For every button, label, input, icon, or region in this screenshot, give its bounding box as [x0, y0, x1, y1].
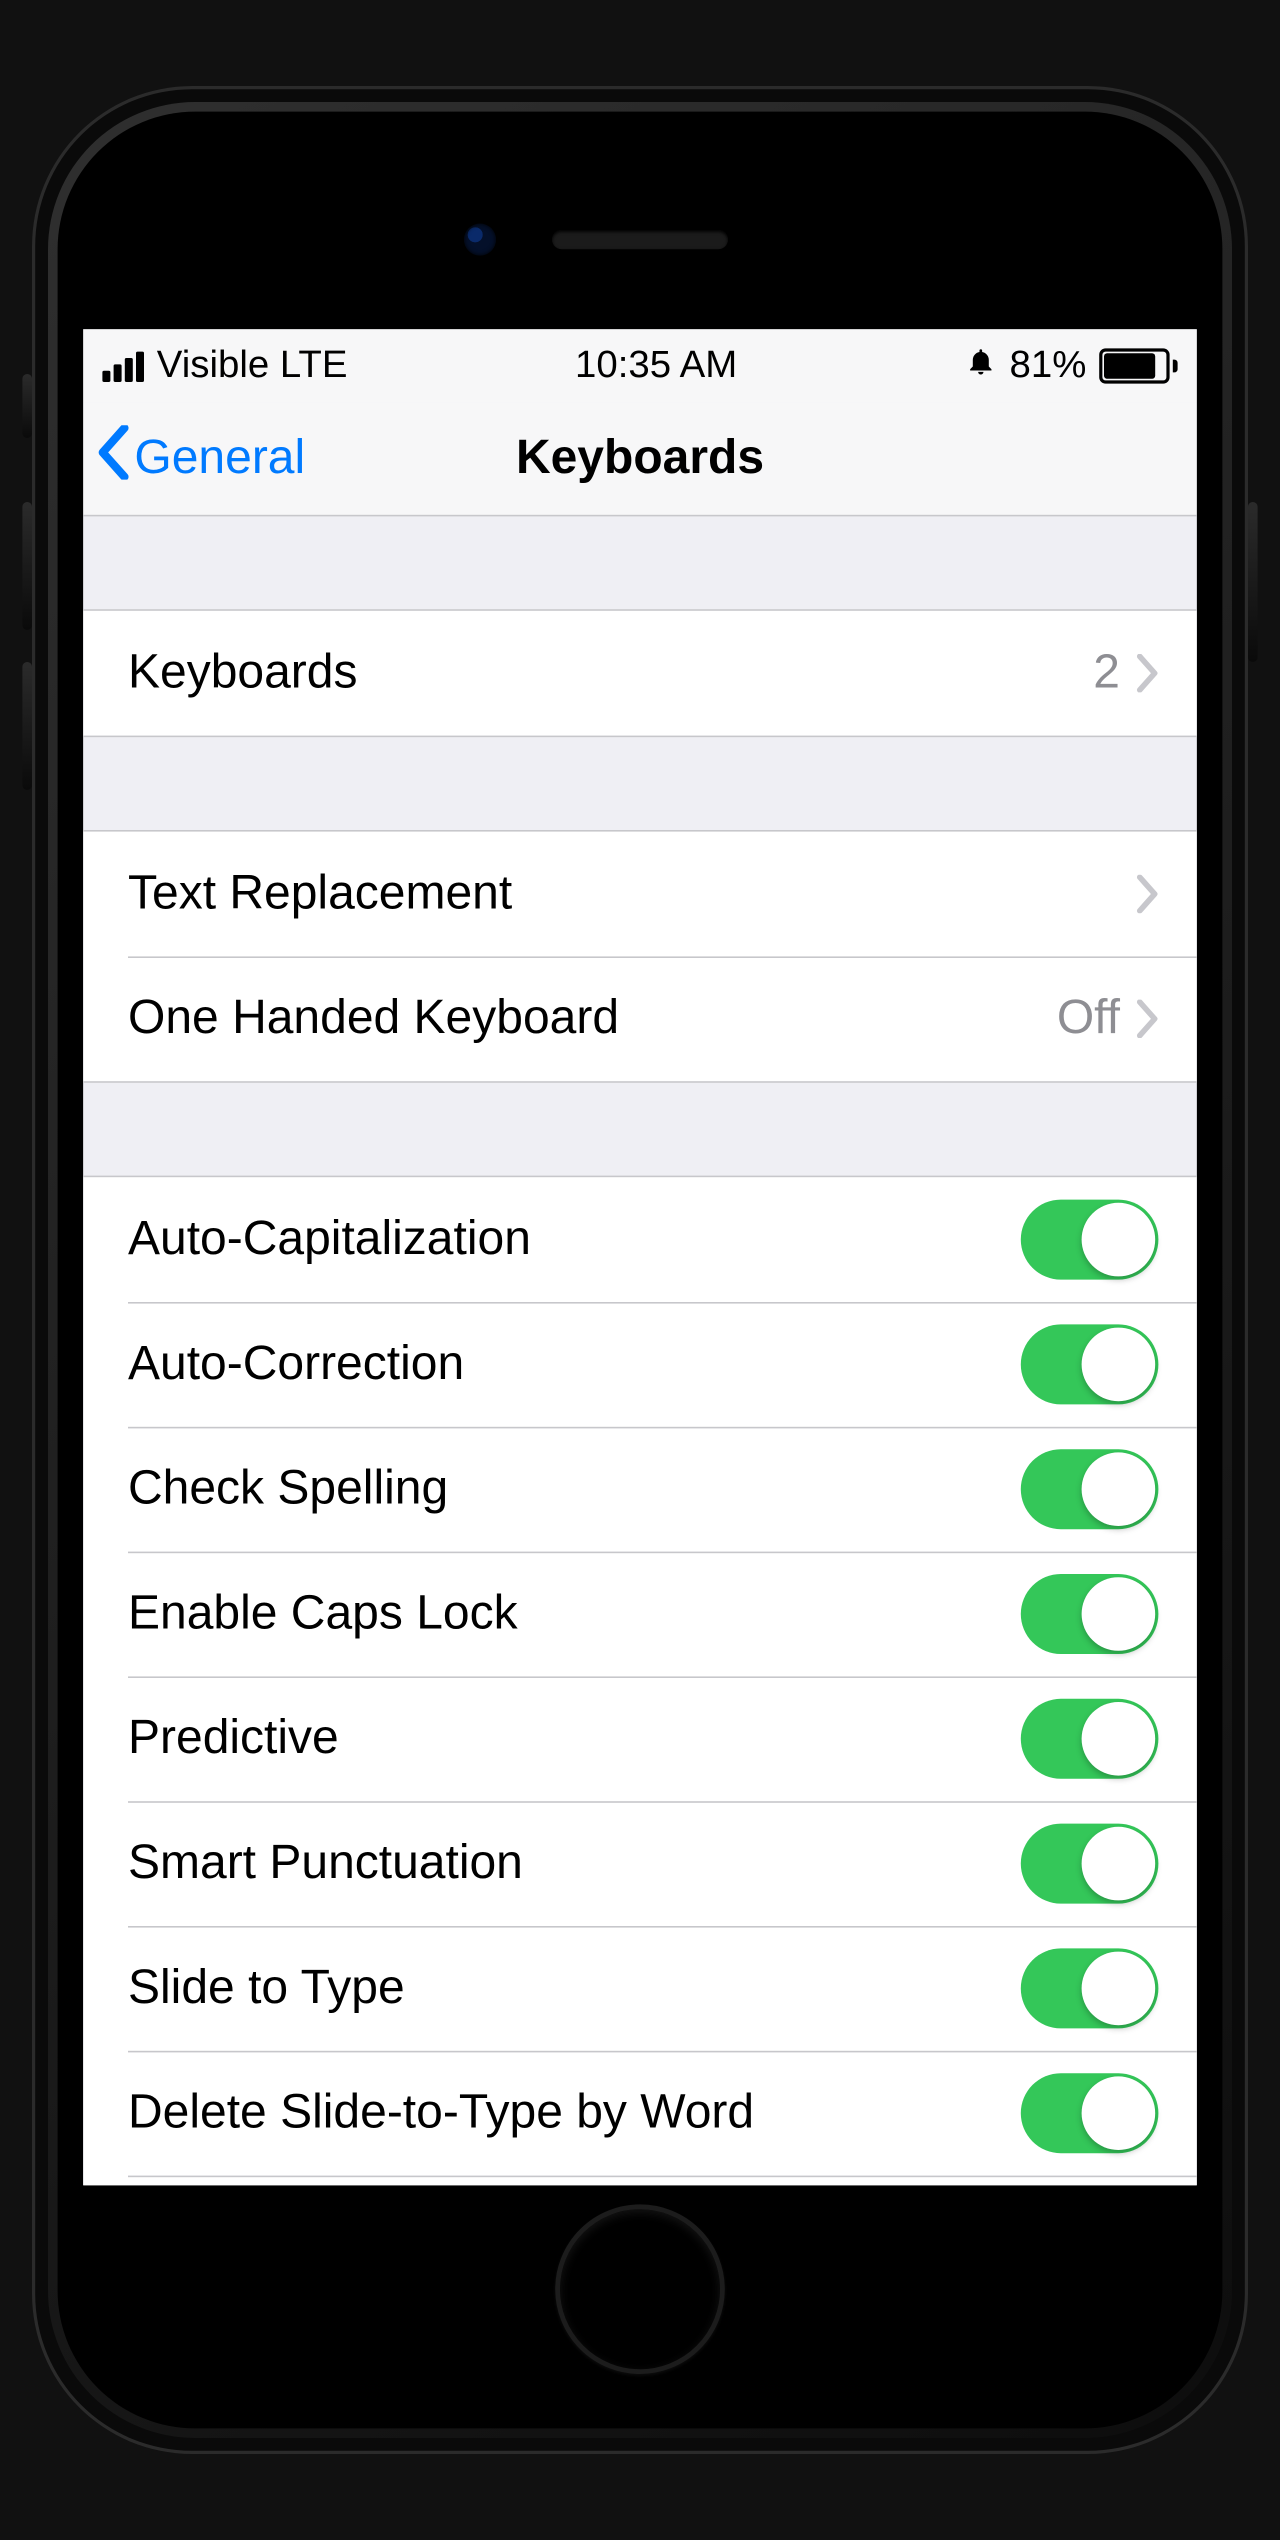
switch-auto-capitalization[interactable] — [1021, 1200, 1159, 1280]
row-text-replacement[interactable]: Text Replacement — [83, 832, 1197, 957]
row-value: 2 — [1093, 646, 1120, 700]
row-character-preview[interactable]: Character Preview — [83, 2176, 1197, 2186]
mute-switch — [22, 374, 32, 438]
row-label: Delete Slide-to-Type by Word — [128, 2086, 1021, 2140]
row-one-handed-keyboard[interactable]: One Handed KeyboardOff — [83, 956, 1197, 1081]
row-value: Off — [1057, 992, 1120, 1046]
chevron-left-icon — [96, 425, 131, 492]
row-label: Check Spelling — [128, 1462, 1021, 1516]
switch-predictive[interactable] — [1021, 1699, 1159, 1779]
row-slide-to-type[interactable]: Slide to Type — [83, 1926, 1197, 2051]
switch-slide-to-type[interactable] — [1021, 1948, 1159, 2028]
switch-check-spelling[interactable] — [1021, 1449, 1159, 1529]
row-label: Keyboards — [128, 646, 1093, 700]
row-label: Enable Caps Lock — [128, 1587, 1021, 1641]
switch-enable-caps-lock[interactable] — [1021, 1574, 1159, 1654]
status-bar: Visible LTE 10:35 AM 81% — [83, 329, 1197, 403]
chevron-right-icon — [1136, 1000, 1158, 1038]
switch-delete-slide-to-type-by-word[interactable] — [1021, 2073, 1159, 2153]
screen: Visible LTE 10:35 AM 81% — [83, 329, 1197, 2185]
home-button-area — [83, 2185, 1197, 2393]
row-label: Text Replacement — [128, 867, 1136, 921]
row-label: One Handed Keyboard — [128, 992, 1057, 1046]
switch-auto-correction[interactable] — [1021, 1324, 1159, 1404]
row-label: Predictive — [128, 1712, 1021, 1766]
row-label: Smart Punctuation — [128, 1836, 1021, 1890]
alarm-icon — [965, 344, 997, 389]
row-keyboards[interactable]: Keyboards2 — [83, 611, 1197, 736]
volume-down-button — [22, 662, 32, 790]
volume-up-button — [22, 502, 32, 630]
page-title: Keyboards — [516, 432, 764, 486]
back-label: General — [134, 432, 305, 486]
chevron-right-icon — [1136, 875, 1158, 913]
power-button — [1248, 502, 1258, 662]
row-predictive[interactable]: Predictive — [83, 1676, 1197, 1801]
phone-frame: Visible LTE 10:35 AM 81% — [32, 86, 1248, 2454]
switch-smart-punctuation[interactable] — [1021, 1824, 1159, 1904]
front-camera — [464, 224, 496, 256]
earpiece-speaker — [552, 230, 728, 249]
row-check-spelling[interactable]: Check Spelling — [83, 1427, 1197, 1552]
row-label: Slide to Type — [128, 1961, 1021, 2015]
back-button[interactable]: General — [96, 403, 305, 515]
row-auto-correction[interactable]: Auto-Correction — [83, 1302, 1197, 1427]
cellular-signal-icon — [102, 351, 144, 381]
status-time: 10:35 AM — [575, 344, 737, 389]
row-label: Auto-Capitalization — [128, 1212, 1021, 1266]
row-delete-slide-to-type-by-word[interactable]: Delete Slide-to-Type by Word — [83, 2051, 1197, 2176]
chevron-right-icon — [1136, 654, 1158, 692]
row-enable-caps-lock[interactable]: Enable Caps Lock — [83, 1552, 1197, 1677]
nav-bar: General Keyboards — [83, 403, 1197, 517]
row-smart-punctuation[interactable]: Smart Punctuation — [83, 1801, 1197, 1926]
settings-content[interactable]: Keyboards2 Text Replacement One Handed Key… — [83, 516, 1197, 2185]
battery-icon — [1099, 348, 1177, 383]
carrier-label: Visible LTE — [157, 344, 348, 389]
row-label: Auto-Correction — [128, 1337, 1021, 1391]
home-button[interactable] — [555, 2204, 725, 2374]
row-auto-capitalization[interactable]: Auto-Capitalization — [83, 1177, 1197, 1302]
device-top-bezel — [83, 137, 1197, 329]
battery-percent: 81% — [1010, 344, 1087, 389]
